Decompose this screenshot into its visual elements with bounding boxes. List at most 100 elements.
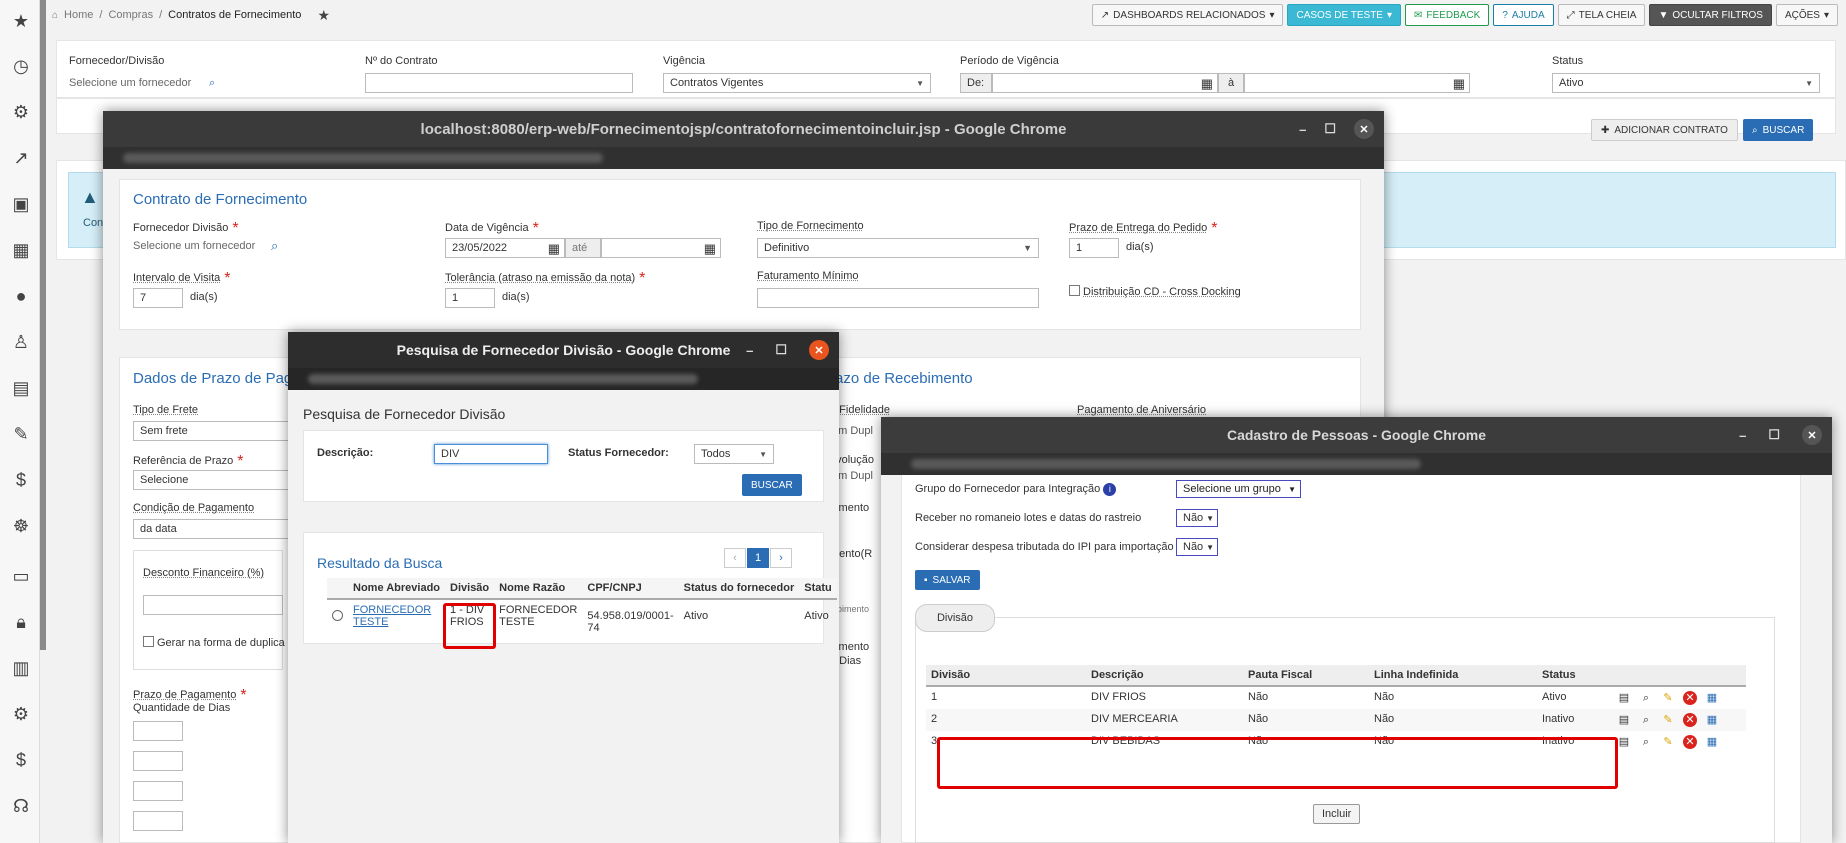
- table-row[interactable]: 1 DIV FRIOS Não Não Ativo ▤ ⌕ ✎ ✕ ▦: [926, 686, 1746, 709]
- add-contract-button[interactable]: ✚ ADICIONAR CONTRATO: [1591, 119, 1738, 141]
- validity-until-input[interactable]: ▦: [601, 238, 721, 258]
- supply-type-select[interactable]: Definitivo ▼: [757, 238, 1039, 258]
- hide-filters-button[interactable]: ▼ OCULTAR FILTROS: [1649, 4, 1772, 26]
- person-icon[interactable]: ♙: [10, 331, 32, 353]
- home-icon[interactable]: ⌂: [52, 10, 58, 21]
- calendar-icon[interactable]: ▦: [548, 241, 560, 257]
- supplier-link[interactable]: FORNECEDOR TESTE: [353, 604, 431, 628]
- days-input-3[interactable]: [133, 781, 183, 801]
- search-button[interactable]: BUSCAR: [742, 474, 802, 496]
- maximize-icon[interactable]: ☐: [1324, 121, 1336, 137]
- test-cases-button[interactable]: CASOS DE TESTE ▾: [1287, 4, 1402, 26]
- delete-icon[interactable]: ✕: [1683, 713, 1697, 727]
- minimize-icon[interactable]: –: [1739, 428, 1746, 443]
- chart-icon[interactable]: ↗: [10, 147, 32, 169]
- calculator-icon[interactable]: ▦: [10, 239, 32, 261]
- generate-duplicate[interactable]: Gerar na forma de duplica: [143, 636, 285, 649]
- lock-icon[interactable]: 🔒︎: [10, 611, 32, 633]
- clock-icon[interactable]: ◷: [10, 55, 32, 77]
- payment-cond-select[interactable]: da data: [133, 519, 293, 539]
- info-icon[interactable]: i: [1103, 483, 1117, 496]
- search-button[interactable]: ⌕ BUSCAR: [1743, 119, 1814, 141]
- favorite-star-icon[interactable]: ★: [317, 7, 330, 24]
- handshake-icon[interactable]: ☸: [10, 515, 32, 537]
- supplier-placeholder[interactable]: Selecione um fornecedor: [133, 240, 255, 252]
- table-row[interactable]: 2 DIV MERCEARIA Não Não Inativo ▤ ⌕ ✎ ✕ ▦: [926, 709, 1746, 731]
- delete-icon[interactable]: ✕: [1683, 691, 1697, 705]
- maximize-icon[interactable]: ☐: [775, 342, 787, 358]
- grid-icon[interactable]: ▦: [1705, 735, 1719, 749]
- radio-button[interactable]: [332, 610, 343, 621]
- calendar-icon[interactable]: ▦: [1201, 76, 1213, 92]
- clipboard-icon[interactable]: ▤: [1617, 735, 1631, 749]
- min-billing-input[interactable]: [757, 288, 1039, 308]
- search-icon[interactable]: ⌕: [209, 77, 215, 90]
- breadcrumb-home[interactable]: Home: [64, 9, 93, 21]
- delete-icon[interactable]: ✕: [1683, 735, 1697, 749]
- sidebar-scrollbar[interactable]: [40, 0, 46, 650]
- close-icon[interactable]: ✕: [1354, 119, 1374, 139]
- users-icon[interactable]: ●: [10, 285, 32, 307]
- calendar-icon[interactable]: ▦: [1453, 76, 1465, 92]
- headset-icon[interactable]: ☊: [10, 795, 32, 817]
- maximize-icon[interactable]: ☐: [1768, 427, 1780, 443]
- close-icon[interactable]: ✕: [809, 340, 829, 360]
- clipboard-icon[interactable]: ▤: [1617, 713, 1631, 727]
- period-to-input[interactable]: ▦: [1244, 73, 1470, 93]
- days-input-2[interactable]: [133, 751, 183, 771]
- contract-number-input[interactable]: [365, 73, 633, 93]
- magnify-doc-icon[interactable]: ⌕: [1639, 735, 1653, 749]
- include-button[interactable]: Incluir: [1313, 804, 1361, 824]
- close-icon[interactable]: ✕: [1802, 425, 1822, 445]
- validity-from-input[interactable]: 23/05/2022 ▦: [445, 238, 565, 258]
- dollar-icon[interactable]: $: [10, 469, 32, 491]
- freight-select[interactable]: Sem frete: [133, 421, 293, 441]
- grid-icon[interactable]: ▦: [1705, 713, 1719, 727]
- row-name[interactable]: FORNECEDOR TESTE: [348, 599, 445, 638]
- pencil-icon[interactable]: ✎: [1661, 735, 1675, 749]
- period-from-input[interactable]: ▦: [992, 73, 1218, 93]
- validity-select[interactable]: Contratos Vigentes ▼: [663, 73, 931, 93]
- supplier-filter-placeholder[interactable]: Selecione um fornecedor: [69, 77, 191, 89]
- clipboard-icon[interactable]: ▤: [1617, 691, 1631, 705]
- prev-page-icon[interactable]: ‹: [724, 548, 746, 568]
- tab-division[interactable]: Divisão: [915, 604, 995, 632]
- dollar-icon-2[interactable]: $: [10, 749, 32, 771]
- generate-checkbox[interactable]: [143, 636, 154, 647]
- actions-button[interactable]: AÇÕES ▾: [1775, 4, 1838, 26]
- magnify-doc-icon[interactable]: ⌕: [1639, 691, 1653, 705]
- calendar-icon[interactable]: ▦: [704, 241, 716, 257]
- money-icon[interactable]: ▭: [10, 565, 32, 587]
- search-icon[interactable]: ⌕: [271, 238, 278, 254]
- wrench-icon[interactable]: ✎: [10, 423, 32, 445]
- magnify-doc-icon[interactable]: ⌕: [1639, 713, 1653, 727]
- cross-docking-checkbox[interactable]: [1069, 285, 1080, 296]
- status-filter-select[interactable]: Ativo ▼: [1552, 73, 1820, 93]
- tolerance-input[interactable]: 1: [445, 288, 495, 308]
- briefcase-icon[interactable]: ▣: [10, 193, 32, 215]
- fullscreen-button[interactable]: ⤢ TELA CHEIA: [1557, 4, 1646, 26]
- discount-input[interactable]: [143, 595, 283, 615]
- page-number[interactable]: 1: [747, 548, 769, 568]
- save-button[interactable]: ▪ SALVAR: [915, 570, 980, 590]
- supplier-status-select[interactable]: Todos ▼: [694, 444, 774, 464]
- next-page-icon[interactable]: ›: [770, 548, 792, 568]
- minimize-icon[interactable]: –: [1299, 122, 1306, 137]
- grid-icon[interactable]: ▦: [1705, 691, 1719, 705]
- boxes-icon[interactable]: ▤: [10, 377, 32, 399]
- romaneio-select[interactable]: Não ▼: [1176, 509, 1218, 527]
- days-input-4[interactable]: [133, 811, 183, 831]
- table-row[interactable]: FORNECEDOR TESTE 1 - DIV FRIOS FORNECEDO…: [327, 599, 837, 638]
- gear-icon[interactable]: ⚙: [10, 101, 32, 123]
- days-input-1[interactable]: [133, 721, 183, 741]
- breadcrumb-compras[interactable]: Compras: [108, 9, 153, 21]
- cogs-icon[interactable]: ⚙: [10, 703, 32, 725]
- pencil-icon[interactable]: ✎: [1661, 713, 1675, 727]
- visit-interval-input[interactable]: 7: [133, 288, 183, 308]
- help-button[interactable]: ? AJUDA: [1493, 4, 1554, 26]
- dashboards-button[interactable]: ↗ DASHBOARDS RELACIONADOS ▾: [1091, 4, 1284, 26]
- document-icon[interactable]: ▥: [10, 657, 32, 679]
- description-input[interactable]: DIV: [434, 444, 548, 464]
- pencil-icon[interactable]: ✎: [1661, 691, 1675, 705]
- cross-docking[interactable]: Distribuição CD - Cross Docking: [1069, 285, 1241, 298]
